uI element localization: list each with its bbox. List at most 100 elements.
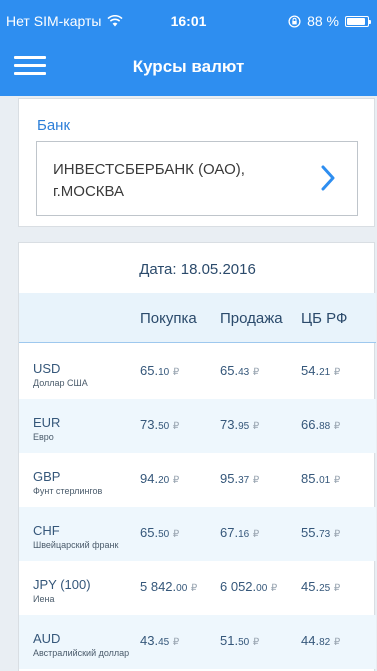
rate-cbr-integer: 54.	[301, 363, 320, 378]
ruble-sign-icon: ₽	[252, 367, 260, 378]
ruble-sign-icon: ₽	[172, 475, 180, 486]
app-header: Нет SIM-карты 16:01 88 % Курсы валют	[0, 0, 377, 96]
rate-sell: 73.95 ₽	[220, 417, 259, 432]
bank-selector[interactable]: ИНВЕСТСБЕРБАНК (ОАО), г.МОСКВА	[36, 141, 358, 216]
table-header: Покупка Продажа ЦБ РФ	[19, 293, 376, 343]
bank-card: Банк ИНВЕСТСБЕРБАНК (ОАО), г.МОСКВА	[18, 98, 375, 227]
rate-cbr: 85.01 ₽	[301, 471, 340, 486]
rate-sell-integer: 73.	[220, 417, 239, 432]
rate-buy: 65.50 ₽	[140, 525, 179, 540]
rate-cbr: 55.73 ₽	[301, 525, 340, 540]
column-header-cbr: ЦБ РФ	[301, 310, 348, 327]
bank-label: Банк	[37, 117, 71, 134]
currency-name: Доллар США	[33, 378, 88, 388]
rate-cbr-integer: 55.	[301, 525, 320, 540]
rate-sell-integer: 65.	[220, 363, 239, 378]
bank-name-line1: ИНВЕСТСБЕРБАНК (ОАО),	[53, 161, 245, 178]
rate-buy-integer: 73.	[140, 417, 159, 432]
rate-sell-decimal: 50	[238, 637, 250, 648]
rate-cbr-integer: 45.	[301, 579, 320, 594]
table-row: CHF Швейцарский франк 65.50 ₽67.16 ₽55.73 …	[19, 507, 376, 561]
ruble-sign-icon: ₽	[252, 475, 260, 486]
rate-cbr: 66.88 ₽	[301, 417, 340, 432]
rate-sell: 65.43 ₽	[220, 363, 259, 378]
table-row: JPY (100) Иена 5 842.00 ₽6 052.00 ₽45.25 ₽	[19, 561, 376, 615]
currency-code: USD	[33, 361, 61, 376]
rate-buy: 73.50 ₽	[140, 417, 179, 432]
currency-name: Евро	[33, 432, 54, 442]
rate-sell-decimal: 00	[256, 583, 268, 594]
rate-sell: 67.16 ₽	[220, 525, 259, 540]
rate-buy-integer: 65.	[140, 525, 159, 540]
rate-sell: 51.50 ₽	[220, 633, 259, 648]
rate-buy-decimal: 50	[158, 529, 170, 540]
status-bar: Нет SIM-карты 16:01 88 %	[0, 0, 377, 42]
rate-cbr: 44.82 ₽	[301, 633, 340, 648]
ruble-sign-icon: ₽	[270, 583, 278, 594]
navigation-bar: Курсы валют	[0, 42, 377, 96]
rate-sell-integer: 6 052.	[220, 579, 257, 594]
rate-sell-decimal: 95	[238, 421, 250, 432]
currency-code: AUD	[33, 631, 61, 646]
ruble-sign-icon: ₽	[333, 637, 341, 648]
rate-sell-decimal: 43	[238, 367, 250, 378]
rotation-lock-icon	[288, 14, 301, 28]
ruble-sign-icon: ₽	[252, 529, 260, 540]
currency-code: JPY (100)	[33, 577, 91, 592]
date-row: Дата: 18.05.2016	[19, 243, 376, 293]
rate-cbr-decimal: 01	[319, 475, 331, 486]
rate-sell-decimal: 37	[238, 475, 250, 486]
chevron-right-icon	[321, 165, 335, 191]
currency-code: CHF	[33, 523, 60, 538]
rate-buy-integer: 94.	[140, 471, 159, 486]
battery-status: 88 %	[288, 13, 371, 29]
column-header-buy: Покупка	[140, 310, 197, 327]
currency-name: Иена	[33, 594, 55, 604]
bank-name: ИНВЕСТСБЕРБАНК (ОАО), г.МОСКВА	[53, 159, 303, 203]
rate-buy: 65.10 ₽	[140, 363, 179, 378]
ruble-sign-icon: ₽	[252, 637, 260, 648]
ruble-sign-icon: ₽	[333, 475, 341, 486]
rate-buy: 5 842.00 ₽	[140, 579, 197, 594]
ruble-sign-icon: ₽	[333, 367, 341, 378]
column-header-sell: Продажа	[220, 310, 283, 327]
bank-name-line2: г.МОСКВА	[53, 183, 125, 200]
currency-name: Швейцарский франк	[33, 540, 119, 550]
rate-sell-integer: 95.	[220, 471, 239, 486]
table-row: EUR Евро 73.50 ₽73.95 ₽66.88 ₽	[19, 399, 376, 453]
rate-cbr-decimal: 25	[319, 583, 331, 594]
ruble-sign-icon: ₽	[172, 421, 180, 432]
rates-date: Дата: 18.05.2016	[139, 261, 256, 278]
rate-buy-integer: 65.	[140, 363, 159, 378]
battery-icon	[345, 15, 371, 27]
battery-percent: 88 %	[307, 13, 339, 29]
currency-name: Австралийский доллар	[33, 648, 130, 658]
ruble-sign-icon: ₽	[172, 637, 180, 648]
rate-cbr-integer: 66.	[301, 417, 320, 432]
table-row: AUD Австралийский доллар 43.45 ₽51.50 ₽ 44.…	[19, 615, 376, 669]
page-title: Курсы валют	[132, 57, 245, 76]
rate-cbr-decimal: 88	[319, 421, 331, 432]
rate-buy-decimal: 10	[158, 367, 170, 378]
rate-buy-decimal: 45	[158, 637, 170, 648]
currency-name: Фунт стерлингов	[33, 486, 103, 496]
ruble-sign-icon: ₽	[172, 367, 180, 378]
ruble-sign-icon: ₽	[252, 421, 260, 432]
rate-sell-decimal: 16	[238, 529, 250, 540]
currency-code: EUR	[33, 415, 61, 430]
rate-buy-integer: 43.	[140, 633, 159, 648]
rate-buy-decimal: 00	[176, 583, 188, 594]
rate-cbr-integer: 44.	[301, 633, 320, 648]
rate-buy-integer: 5 842.	[140, 579, 177, 594]
ruble-sign-icon: ₽	[333, 583, 341, 594]
rate-buy-decimal: 50	[158, 421, 170, 432]
rate-cbr-decimal: 73	[319, 529, 331, 540]
table-row: GBP Фунт стерлингов 94.20 ₽95.37 ₽85.01 ₽	[19, 453, 376, 507]
rate-cbr: 45.25 ₽	[301, 579, 340, 594]
rate-sell: 6 052.00 ₽	[220, 579, 277, 594]
ruble-sign-icon: ₽	[172, 529, 180, 540]
ruble-sign-icon: ₽	[333, 529, 341, 540]
rate-cbr-decimal: 21	[319, 367, 331, 378]
rate-sell: 95.37 ₽	[220, 471, 259, 486]
rate-sell-integer: 67.	[220, 525, 239, 540]
